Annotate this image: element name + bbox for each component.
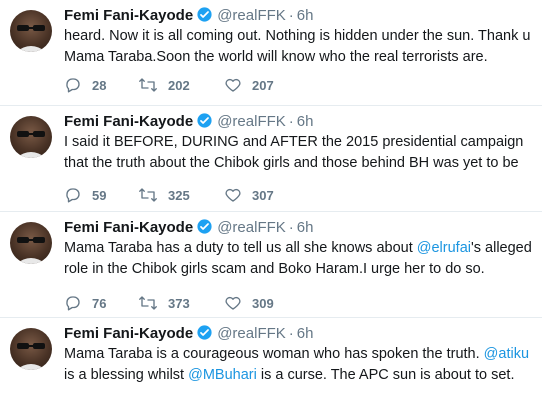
author-name[interactable]: Femi Fani-Kayode: [64, 219, 193, 236]
like-count: 307: [252, 188, 274, 203]
like-button[interactable]: 207: [224, 76, 274, 94]
reply-icon: [66, 296, 80, 311]
author-handle[interactable]: @realFFK: [217, 7, 286, 24]
retweet-icon: [139, 188, 157, 202]
reply-count: 28: [92, 78, 107, 93]
timestamp[interactable]: 6h: [297, 219, 314, 236]
heart-icon: [225, 296, 241, 310]
retweet-icon: [139, 78, 157, 92]
reply-count: 76: [92, 296, 107, 311]
text-segment: heard. Now it is all coming out. Nothing…: [64, 28, 531, 65]
tweet-text: Mama Taraba is a courageous woman who ha…: [64, 344, 536, 386]
like-button[interactable]: 307: [224, 186, 274, 204]
like-count: 207: [252, 78, 274, 93]
tweet-text: I said it BEFORE, DURING and AFTER the 2…: [64, 132, 536, 174]
timestamp[interactable]: 6h: [297, 7, 314, 24]
reply-count: 59: [92, 188, 107, 203]
tweet-text: heard. Now it is all coming out. Nothing…: [64, 26, 536, 68]
reply-button[interactable]: 28: [64, 76, 106, 94]
separator-dot: ·: [288, 325, 294, 342]
avatar[interactable]: [10, 222, 52, 264]
reply-button[interactable]: 59: [64, 186, 106, 204]
text-segment: Mama Taraba has a duty to tell us all sh…: [64, 240, 417, 256]
author-name[interactable]: Femi Fani-Kayode: [64, 113, 193, 130]
tweet[interactable]: Femi Fani-Kayode @realFFK · 6h Mama Taraba …: [0, 318, 542, 405]
retweet-button[interactable]: 202: [138, 76, 190, 94]
reply-icon: [66, 188, 80, 203]
author-handle[interactable]: @realFFK: [217, 219, 286, 236]
author-name[interactable]: Femi Fani-Kayode: [64, 7, 193, 24]
avatar[interactable]: [10, 10, 52, 52]
avatar[interactable]: [10, 116, 52, 158]
mention-link[interactable]: @MBuhari: [188, 367, 257, 383]
author-handle[interactable]: @realFFK: [217, 113, 286, 130]
tweet-feed: Femi Fani-Kayode @realFFK · 6h heard. Now i…: [0, 0, 542, 405]
retweet-icon: [139, 296, 157, 310]
text-segment: Mama Taraba is a courageous woman who ha…: [64, 346, 484, 362]
retweet-count: 325: [168, 188, 190, 203]
tweet[interactable]: Femi Fani-Kayode @realFFK · 6h heard. Now i…: [0, 0, 542, 106]
separator-dot: ·: [288, 113, 294, 130]
tweet[interactable]: Femi Fani-Kayode @realFFK · 6h Mama Taraba …: [0, 212, 542, 318]
text-segment: is a blessing whilst: [64, 367, 189, 383]
heart-icon: [225, 188, 241, 202]
author-name[interactable]: Femi Fani-Kayode: [64, 325, 193, 342]
tweet-text: Mama Taraba has a duty to tell us all sh…: [64, 238, 536, 280]
mention-link[interactable]: @elrufai: [417, 240, 471, 256]
timestamp[interactable]: 6h: [297, 113, 314, 130]
like-button[interactable]: 309: [224, 294, 274, 312]
reply-button[interactable]: 76: [64, 294, 106, 312]
reply-icon: [66, 78, 80, 93]
heart-icon: [225, 78, 241, 92]
text-segment: I said it BEFORE, DURING and AFTER the 2…: [64, 134, 524, 171]
tweet[interactable]: Femi Fani-Kayode @realFFK · 6h I said it BE…: [0, 106, 542, 212]
timestamp[interactable]: 6h: [297, 325, 314, 342]
retweet-button[interactable]: 325: [138, 186, 190, 204]
mention-link[interactable]: @atiku: [484, 346, 529, 362]
retweet-button[interactable]: 373: [138, 294, 190, 312]
like-count: 309: [252, 296, 274, 311]
separator-dot: ·: [288, 7, 294, 24]
separator-dot: ·: [288, 219, 294, 236]
retweet-count: 373: [168, 296, 190, 311]
text-segment: is a curse. The APC sun is about to set.: [256, 367, 515, 383]
author-handle[interactable]: @realFFK: [217, 325, 286, 342]
retweet-count: 202: [168, 78, 190, 93]
avatar[interactable]: [10, 328, 52, 370]
